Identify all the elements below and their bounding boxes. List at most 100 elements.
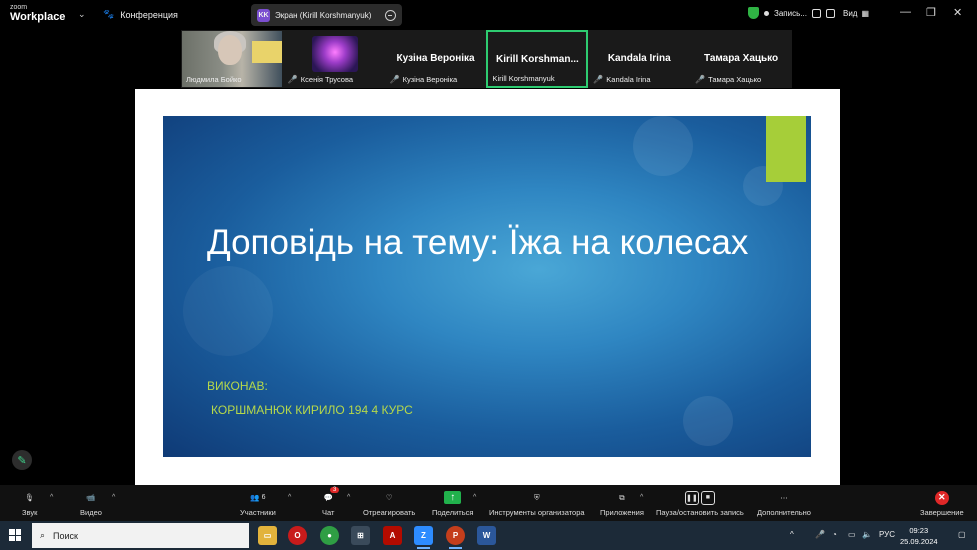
participants-button[interactable]: 👥 6 Участники bbox=[240, 489, 276, 517]
restore-icon[interactable]: ❐ bbox=[926, 6, 936, 19]
participants-icon: 👥 6 bbox=[250, 493, 266, 502]
share-screen-icon: ↑ bbox=[444, 491, 462, 504]
react-button[interactable]: ♡ Отреагировать bbox=[363, 489, 415, 517]
file-explorer-icon[interactable]: ▭ bbox=[258, 526, 277, 545]
pause-record-icon[interactable] bbox=[811, 8, 821, 18]
participant-name: Тамара Хацько bbox=[708, 75, 762, 84]
search-icon: ⌕ bbox=[40, 530, 46, 540]
audio-options-caret[interactable]: ^ bbox=[50, 494, 53, 501]
participant-label: 🎤 Кузіна Вероніка bbox=[390, 75, 458, 84]
conference-menu[interactable]: 🐾 Конференция bbox=[103, 9, 178, 20]
pause-record-button[interactable]: ❚❚ ■ Пауза/остановить запись bbox=[656, 489, 744, 517]
participant-label: Kirill Korshmanyuk bbox=[492, 74, 554, 83]
chat-button[interactable]: 💬 3 Чат bbox=[322, 487, 340, 517]
store-icon[interactable]: ⊞ bbox=[351, 526, 370, 545]
chat-badge: 3 bbox=[330, 487, 340, 493]
view-menu[interactable]: Вид ▦ bbox=[843, 9, 869, 18]
clock-time: 09:23 bbox=[909, 526, 929, 535]
share-options-caret[interactable]: ^ bbox=[473, 494, 476, 501]
video-label: Видео bbox=[80, 508, 102, 517]
battery-icon[interactable]: ▭ bbox=[848, 530, 856, 539]
camera-icon: 📹 bbox=[86, 493, 96, 502]
participant-tile[interactable]: Кузіна Вероніка 🎤 Кузіна Вероніка bbox=[384, 30, 487, 88]
apps-icon: ⧉ bbox=[619, 492, 625, 502]
participants-options-caret[interactable]: ^ bbox=[288, 494, 291, 501]
more-button[interactable]: ⋯ Дополнительно bbox=[757, 489, 811, 517]
share-button[interactable]: ↑ Поделиться bbox=[432, 489, 473, 517]
participant-tile[interactable]: Тамара Хацько 🎤 Тамара Хацько bbox=[690, 30, 792, 88]
participant-name: Kirill Korshmanyuk bbox=[492, 74, 555, 83]
acrobat-icon[interactable]: A bbox=[383, 526, 402, 545]
shield-icon: ⛨ bbox=[533, 492, 540, 502]
screen-share-label: Экран (Kirill Korshmanyuk) bbox=[275, 10, 372, 20]
top-bar: zoom Workplace ⌄ 🐾 Конференция KK Экран … bbox=[0, 0, 977, 30]
shared-screen: Доповідь на тему: Їжа на колесах ВИКОНАВ… bbox=[135, 89, 840, 485]
search-label: Поиск bbox=[53, 530, 78, 541]
participant-display-name: Kirill Korshman... bbox=[496, 54, 579, 65]
recording-indicator: Запись... bbox=[748, 7, 835, 19]
more-label: Дополнительно bbox=[757, 508, 811, 517]
participant-tile[interactable]: 🎤 Ксенія Трусова bbox=[282, 30, 385, 88]
participant-label: 🎤 Ксенія Трусова bbox=[288, 75, 353, 84]
mic-muted-icon: 🎤 bbox=[287, 75, 298, 84]
paw-icon: 🐾 bbox=[103, 9, 115, 19]
participant-tile-active-speaker[interactable]: Kirill Korshman... Kirill Korshmanyuk bbox=[486, 30, 589, 88]
slide-author-name: КОРШМАНЮК КИРИЛО 194 4 КУРС bbox=[211, 403, 413, 417]
chevron-down-icon[interactable]: ⌄ bbox=[78, 9, 86, 20]
chat-label: Чат bbox=[322, 508, 335, 517]
host-tools-button[interactable]: ⛨ Инструменты организатора bbox=[489, 489, 585, 518]
slide-author-label: ВИКОНАВ: bbox=[207, 379, 268, 393]
chat-options-caret[interactable]: ^ bbox=[347, 494, 350, 501]
end-meeting-button[interactable]: ✕ Завершение bbox=[920, 489, 964, 517]
participant-name: Кузіна Вероніка bbox=[402, 75, 458, 84]
notifications-icon[interactable]: ▢ bbox=[958, 530, 966, 539]
slide-title: Доповідь на тему: Їжа на колесах bbox=[207, 223, 749, 262]
tray-mic-icon[interactable]: 🎤 bbox=[815, 530, 825, 539]
taskbar-search-box[interactable]: ⌕ Поиск bbox=[32, 523, 249, 548]
apps-button[interactable]: ⧉ Приложения bbox=[600, 489, 644, 518]
wifi-icon[interactable]: ◔ bbox=[832, 530, 837, 539]
zoom-logo[interactable]: zoom Workplace bbox=[10, 4, 65, 23]
minimize-icon[interactable]: — bbox=[900, 6, 911, 18]
participant-tile[interactable]: Людмила Бойко bbox=[181, 30, 283, 88]
participant-label: Людмила Бойко bbox=[186, 75, 242, 84]
participant-display-name: Тамара Хацько bbox=[703, 53, 779, 64]
video-button[interactable]: 📹 Видео bbox=[80, 489, 102, 517]
participant-name: Ксенія Трусова bbox=[300, 75, 354, 84]
windows-start-icon[interactable] bbox=[9, 529, 21, 541]
shield-icon[interactable] bbox=[748, 7, 759, 19]
screen-share-indicator[interactable]: KK Экран (Kirill Korshmanyuk) bbox=[251, 4, 402, 26]
annotate-pencil-icon[interactable]: ✎ bbox=[12, 450, 32, 470]
participant-display-name: Кузіна Вероніка bbox=[396, 53, 475, 64]
language-indicator[interactable]: РУС bbox=[879, 530, 895, 539]
participant-name: Людмила Бойко bbox=[186, 75, 242, 84]
conference-label: Конференция bbox=[120, 9, 178, 20]
audio-button[interactable]: 🎙 Звук bbox=[22, 489, 37, 517]
share-label: Поделиться bbox=[432, 508, 474, 517]
react-label: Отреагировать bbox=[363, 508, 416, 517]
stop-record-icon[interactable] bbox=[825, 8, 835, 18]
participant-label: 🎤 Тамара Хацько bbox=[695, 75, 761, 84]
participants-count: 6 bbox=[261, 494, 266, 501]
powerpoint-icon[interactable]: P bbox=[446, 526, 465, 549]
participants-label: Участники bbox=[240, 508, 276, 517]
zoom-window: zoom Workplace ⌄ 🐾 Конференция KK Экран … bbox=[0, 0, 977, 550]
view-label: Вид bbox=[843, 9, 858, 18]
taskbar-clock[interactable]: 09:23 25.09.2024 bbox=[900, 525, 938, 547]
slide-accent-tab bbox=[766, 116, 806, 182]
chrome-icon[interactable]: ● bbox=[320, 526, 339, 545]
volume-icon[interactable]: 🔈 bbox=[862, 530, 872, 539]
zoom-app-icon[interactable]: Z bbox=[414, 526, 433, 549]
tray-chevron-icon[interactable]: ^ bbox=[790, 530, 794, 539]
participant-tile[interactable]: Kandala Irina 🎤 Kandala Irina bbox=[588, 30, 691, 88]
windows-taskbar: ⌕ Поиск ▭ O ● ⊞ A Z P W ^ 🎤 ◔ ▭ 🔈 РУС 09… bbox=[0, 521, 977, 550]
apps-options-caret[interactable]: ^ bbox=[640, 494, 643, 501]
heart-icon: ♡ bbox=[385, 493, 393, 502]
video-options-caret[interactable]: ^ bbox=[112, 494, 115, 501]
close-icon[interactable]: ✕ bbox=[953, 6, 962, 19]
stop-share-icon[interactable] bbox=[385, 9, 396, 21]
mic-muted-icon: 🎤 bbox=[593, 75, 604, 84]
opera-icon[interactable]: O bbox=[288, 526, 307, 545]
end-label: Завершение bbox=[920, 508, 964, 517]
word-icon[interactable]: W bbox=[477, 526, 496, 545]
